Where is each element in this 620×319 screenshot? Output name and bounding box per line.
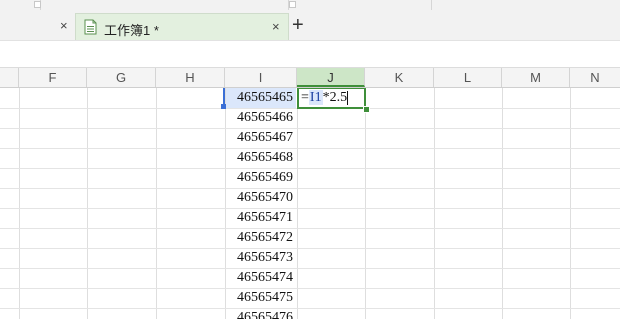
spreadsheet-doc-icon	[84, 19, 97, 35]
column-header-f[interactable]: F	[19, 68, 87, 87]
grid-line	[0, 308, 620, 309]
cell-i7[interactable]: 46565471	[226, 208, 296, 228]
grid-line	[19, 88, 20, 319]
formula-cell-editor[interactable]: =I1*2.5	[297, 88, 366, 109]
cell-i8[interactable]: 46565472	[226, 228, 296, 248]
grid-line	[0, 168, 620, 169]
grid-line	[0, 128, 620, 129]
formula-prefix: =	[301, 90, 309, 105]
fill-handle[interactable]	[363, 106, 370, 113]
column-header-i[interactable]: I	[225, 68, 297, 87]
cell-i4[interactable]: 46565468	[226, 148, 296, 168]
cell-i11[interactable]: 46565475	[226, 288, 296, 308]
grid-line	[365, 88, 366, 319]
grid-line	[0, 228, 620, 229]
tab-workbook[interactable]: 工作簿1 * ×	[75, 13, 289, 40]
column-header-m[interactable]: M	[502, 68, 570, 87]
tab-title: 工作簿1 *	[104, 23, 159, 38]
grid-line	[0, 188, 620, 189]
cell-i6[interactable]: 46565470	[226, 188, 296, 208]
top-strip-marker	[34, 1, 41, 8]
column-header-j[interactable]: J	[297, 68, 365, 87]
close-icon[interactable]: ×	[272, 20, 280, 34]
column-header-h[interactable]: H	[156, 68, 225, 87]
tab-bar: × 工作簿1 * × +	[0, 10, 620, 41]
grid-line	[570, 88, 571, 319]
top-strip	[0, 0, 620, 10]
column-header-l[interactable]: L	[434, 68, 502, 87]
spreadsheet-grid[interactable]: 46565465 46565466 46565467 46565468 4656…	[0, 88, 620, 319]
grid-line	[502, 88, 503, 319]
grid-line	[87, 88, 88, 319]
cell-i3[interactable]: 46565467	[226, 128, 296, 148]
grid-line	[0, 208, 620, 209]
column-header-edge[interactable]	[0, 68, 19, 87]
cell-i2[interactable]: 46565466	[226, 108, 296, 128]
grid-line	[0, 248, 620, 249]
grid-line	[0, 268, 620, 269]
grid-line	[434, 88, 435, 319]
grid-line	[0, 148, 620, 149]
cell-i9[interactable]: 46565473	[226, 248, 296, 268]
cell-i12[interactable]: 46565476	[226, 308, 296, 319]
formula-reference: I1	[308, 90, 323, 105]
grid-line	[0, 288, 620, 289]
cell-i1[interactable]: 46565465	[226, 88, 296, 108]
column-header-n[interactable]: N	[570, 68, 620, 87]
column-header-row: F G H I J K L M N	[0, 68, 620, 88]
column-header-k[interactable]: K	[365, 68, 434, 87]
cell-i5[interactable]: 46565469	[226, 168, 296, 188]
top-strip-cell	[41, 0, 289, 10]
grid-line	[156, 88, 157, 319]
top-strip-cell	[289, 0, 432, 10]
column-header-g[interactable]: G	[87, 68, 156, 87]
toolbar-area	[0, 41, 620, 68]
new-tab-button[interactable]: +	[292, 15, 304, 35]
cell-i10[interactable]: 46565474	[226, 268, 296, 288]
formula-suffix: *2.5	[322, 90, 348, 105]
text-caret	[347, 90, 349, 105]
grid-line	[297, 88, 298, 319]
close-icon[interactable]: ×	[60, 19, 68, 33]
